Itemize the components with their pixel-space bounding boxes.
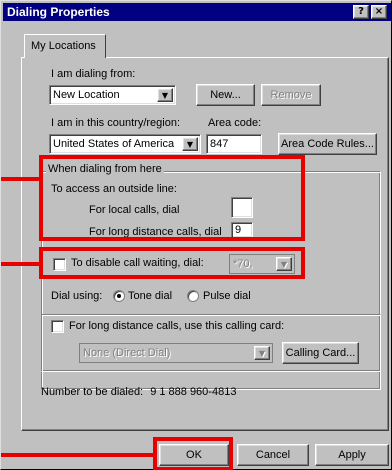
area-code-input[interactable]: 847 [206,134,262,154]
tab-label: My Locations [31,40,96,52]
dial-using-label: Dial using: [51,290,103,302]
cancel-button[interactable]: Cancel [237,444,309,466]
calling-card-button[interactable]: Calling Card... [282,342,359,364]
window-title: Dialing Properties [7,5,110,19]
close-icon[interactable]: × [371,5,387,19]
country-dropdown[interactable]: United States of America ▼ [49,134,201,154]
calling-card-value: None (Direct Dial) [83,347,171,359]
country-value: United States of America [53,138,175,150]
callout-line-dialing-group [1,177,41,181]
number-preview-label: Number to be dialed: [41,386,144,398]
location-label: I am dialing from: [51,68,136,80]
tone-dial-radio[interactable] [113,290,125,302]
calling-card-dropdown[interactable]: None (Direct Dial) ▼ [79,343,273,363]
tab-my-locations[interactable]: My Locations [24,34,106,58]
tone-dial-label: Tone dial [128,290,173,302]
area-code-label: Area code: [208,117,262,129]
location-value: New Location [53,89,120,101]
highlight-call-waiting [39,247,305,279]
apply-button[interactable]: Apply [315,444,389,466]
number-preview-value: 9 1 888 960-4813 [150,386,237,398]
remove-location-button[interactable]: Remove [261,84,321,106]
pulse-dial-radio[interactable] [187,290,199,302]
number-preview: Number to be dialed: 9 1 888 960-4813 [41,386,236,398]
title-bar: Dialing Properties ? × [3,3,391,21]
radio-selected-dot [117,294,121,298]
new-location-button[interactable]: New... [196,84,255,106]
highlight-ok-button [153,437,233,470]
calling-card-checkbox[interactable] [51,320,64,333]
callout-line-call-waiting [1,262,41,266]
area-code-rules-button[interactable]: Area Code Rules... [278,133,377,155]
area-code-value: 847 [210,138,229,150]
dropdown-arrow-icon[interactable]: ▼ [157,88,173,102]
help-icon[interactable]: ? [353,5,369,19]
callout-line-ok-button [1,453,155,457]
location-dropdown[interactable]: New Location ▼ [49,85,176,105]
calling-card-label: For long distance calls, use this callin… [69,320,285,332]
country-label: I am in this country/region: [51,117,181,129]
pulse-dial-label: Pulse dial [203,290,251,302]
dialing-properties-dialog: Dialing Properties ? × My Locations I am… [0,0,392,470]
dropdown-arrow-icon[interactable]: ▼ [182,137,198,151]
screenshot-stage: Dialing Properties ? × My Locations I am… [0,0,392,470]
highlight-dialing-group [39,155,305,241]
dropdown-arrow-icon[interactable]: ▼ [254,346,270,360]
